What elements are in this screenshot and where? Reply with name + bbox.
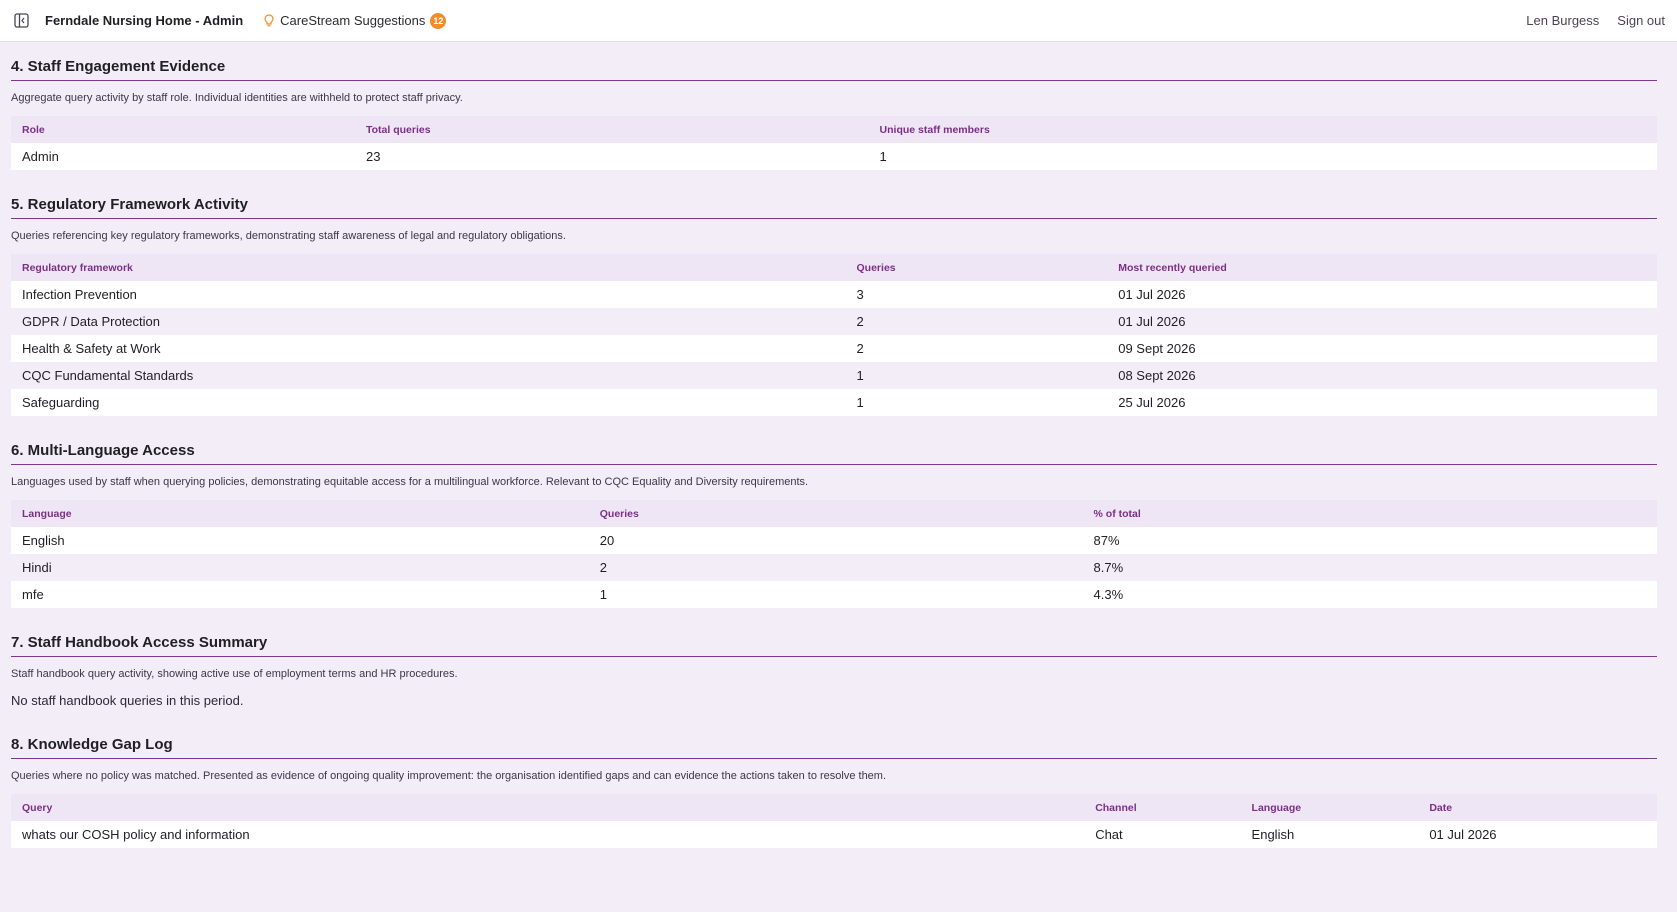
suggestions-button[interactable]: CareStream Suggestions 12 (264, 12, 447, 29)
staff-engagement-table: Role Total queries Unique staff members … (11, 116, 1657, 170)
table-row: whats our COSH policy and information Ch… (11, 821, 1657, 848)
section-title: 8. Knowledge Gap Log (11, 736, 1657, 759)
table-cell: 87% (1082, 527, 1657, 554)
suggestions-label: CareStream Suggestions (280, 13, 426, 28)
table-cell: Safeguarding (11, 389, 846, 416)
column-header: Queries (845, 254, 1108, 281)
table-cell: Admin (11, 143, 355, 170)
table-cell: English (1240, 821, 1419, 848)
section-description: Queries where no policy was matched. Pre… (11, 770, 887, 782)
section-multi-language: 6. Multi-Language Access Languages used … (11, 442, 1657, 608)
section-description: Aggregate query activity by staff role. … (11, 92, 463, 104)
column-header: Date (1418, 794, 1657, 821)
column-header: Language (1240, 794, 1419, 821)
column-header: Total queries (355, 116, 869, 143)
sign-out-link[interactable]: Sign out (1617, 13, 1665, 28)
top-bar: Ferndale Nursing Home - Admin CareStream… (0, 0, 1677, 42)
section-staff-engagement: 4. Staff Engagement Evidence Aggregate q… (11, 58, 1657, 170)
table-row: Admin 23 1 (11, 143, 1657, 170)
column-header: Queries (588, 500, 1083, 527)
table-cell: 20 (588, 527, 1083, 554)
table-cell: mfe (11, 581, 589, 608)
table-cell: Health & Safety at Work (11, 335, 846, 362)
table-row: CQC Fundamental Standards 1 08 Sept 2026 (11, 362, 1657, 389)
section-description: Staff handbook query activity, showing a… (11, 668, 458, 680)
table-row: Health & Safety at Work 2 09 Sept 2026 (11, 335, 1657, 362)
table-cell: 1 (868, 143, 1657, 170)
section-title: 5. Regulatory Framework Activity (11, 196, 1657, 219)
section-title: 7. Staff Handbook Access Summary (11, 634, 1657, 657)
table-cell: 2 (845, 335, 1108, 362)
column-header: Channel (1084, 794, 1241, 821)
section-title: 6. Multi-Language Access (11, 442, 1657, 465)
section-regulatory-framework: 5. Regulatory Framework Activity Queries… (11, 196, 1657, 416)
table-cell: Chat (1084, 821, 1241, 848)
section-knowledge-gap: 8. Knowledge Gap Log Queries where no po… (11, 736, 1657, 848)
table-row: GDPR / Data Protection 2 01 Jul 2026 (11, 308, 1657, 335)
table-row: mfe 1 4.3% (11, 581, 1657, 608)
table-cell: GDPR / Data Protection (11, 308, 846, 335)
table-cell: 1 (845, 389, 1108, 416)
regulatory-framework-table: Regulatory framework Queries Most recent… (11, 254, 1657, 416)
column-header: % of total (1082, 500, 1657, 527)
table-cell: 2 (588, 554, 1083, 581)
column-header: Language (11, 500, 589, 527)
language-table: Language Queries % of total English 20 8… (11, 500, 1657, 608)
user-name: Len Burgess (1526, 13, 1600, 28)
table-row: Safeguarding 1 25 Jul 2026 (11, 389, 1657, 416)
column-header: Most recently queried (1107, 254, 1657, 281)
table-row: Hindi 2 8.7% (11, 554, 1657, 581)
table-cell: CQC Fundamental Standards (11, 362, 846, 389)
section-title: 4. Staff Engagement Evidence (11, 58, 1657, 81)
table-cell: 1 (588, 581, 1083, 608)
table-cell: 01 Jul 2026 (1107, 308, 1657, 335)
table-cell: 25 Jul 2026 (1107, 389, 1657, 416)
table-cell: 3 (845, 281, 1108, 308)
column-header: Query (11, 794, 1085, 821)
table-cell: 01 Jul 2026 (1418, 821, 1657, 848)
table-row: Infection Prevention 3 01 Jul 2026 (11, 281, 1657, 308)
section-description: Queries referencing key regulatory frame… (11, 230, 566, 242)
table-cell: Hindi (11, 554, 589, 581)
lightbulb-icon (264, 13, 274, 28)
section-description: Languages used by staff when querying po… (11, 476, 809, 488)
column-header: Unique staff members (868, 116, 1657, 143)
app-title: Ferndale Nursing Home - Admin (45, 13, 244, 28)
table-cell: English (11, 527, 589, 554)
table-cell: 4.3% (1082, 581, 1657, 608)
table-row: English 20 87% (11, 527, 1657, 554)
suggestions-count-badge: 12 (430, 12, 447, 29)
knowledge-gap-table: Query Channel Language Date whats our CO… (11, 794, 1657, 848)
table-cell: 2 (845, 308, 1108, 335)
sidebar-toggle-icon[interactable] (13, 13, 29, 29)
column-header: Regulatory framework (11, 254, 846, 281)
section-staff-handbook: 7. Staff Handbook Access Summary Staff h… (11, 634, 1657, 708)
table-cell: 08 Sept 2026 (1107, 362, 1657, 389)
table-cell: 23 (355, 143, 869, 170)
table-cell: Infection Prevention (11, 281, 846, 308)
table-cell: 8.7% (1082, 554, 1657, 581)
table-cell: 01 Jul 2026 (1107, 281, 1657, 308)
empty-state-message: No staff handbook queries in this period… (11, 693, 244, 708)
table-cell: 1 (845, 362, 1108, 389)
report-content: 4. Staff Engagement Evidence Aggregate q… (0, 58, 1677, 848)
column-header: Role (11, 116, 355, 143)
table-cell: 09 Sept 2026 (1107, 335, 1657, 362)
table-cell: whats our COSH policy and information (11, 821, 1085, 848)
